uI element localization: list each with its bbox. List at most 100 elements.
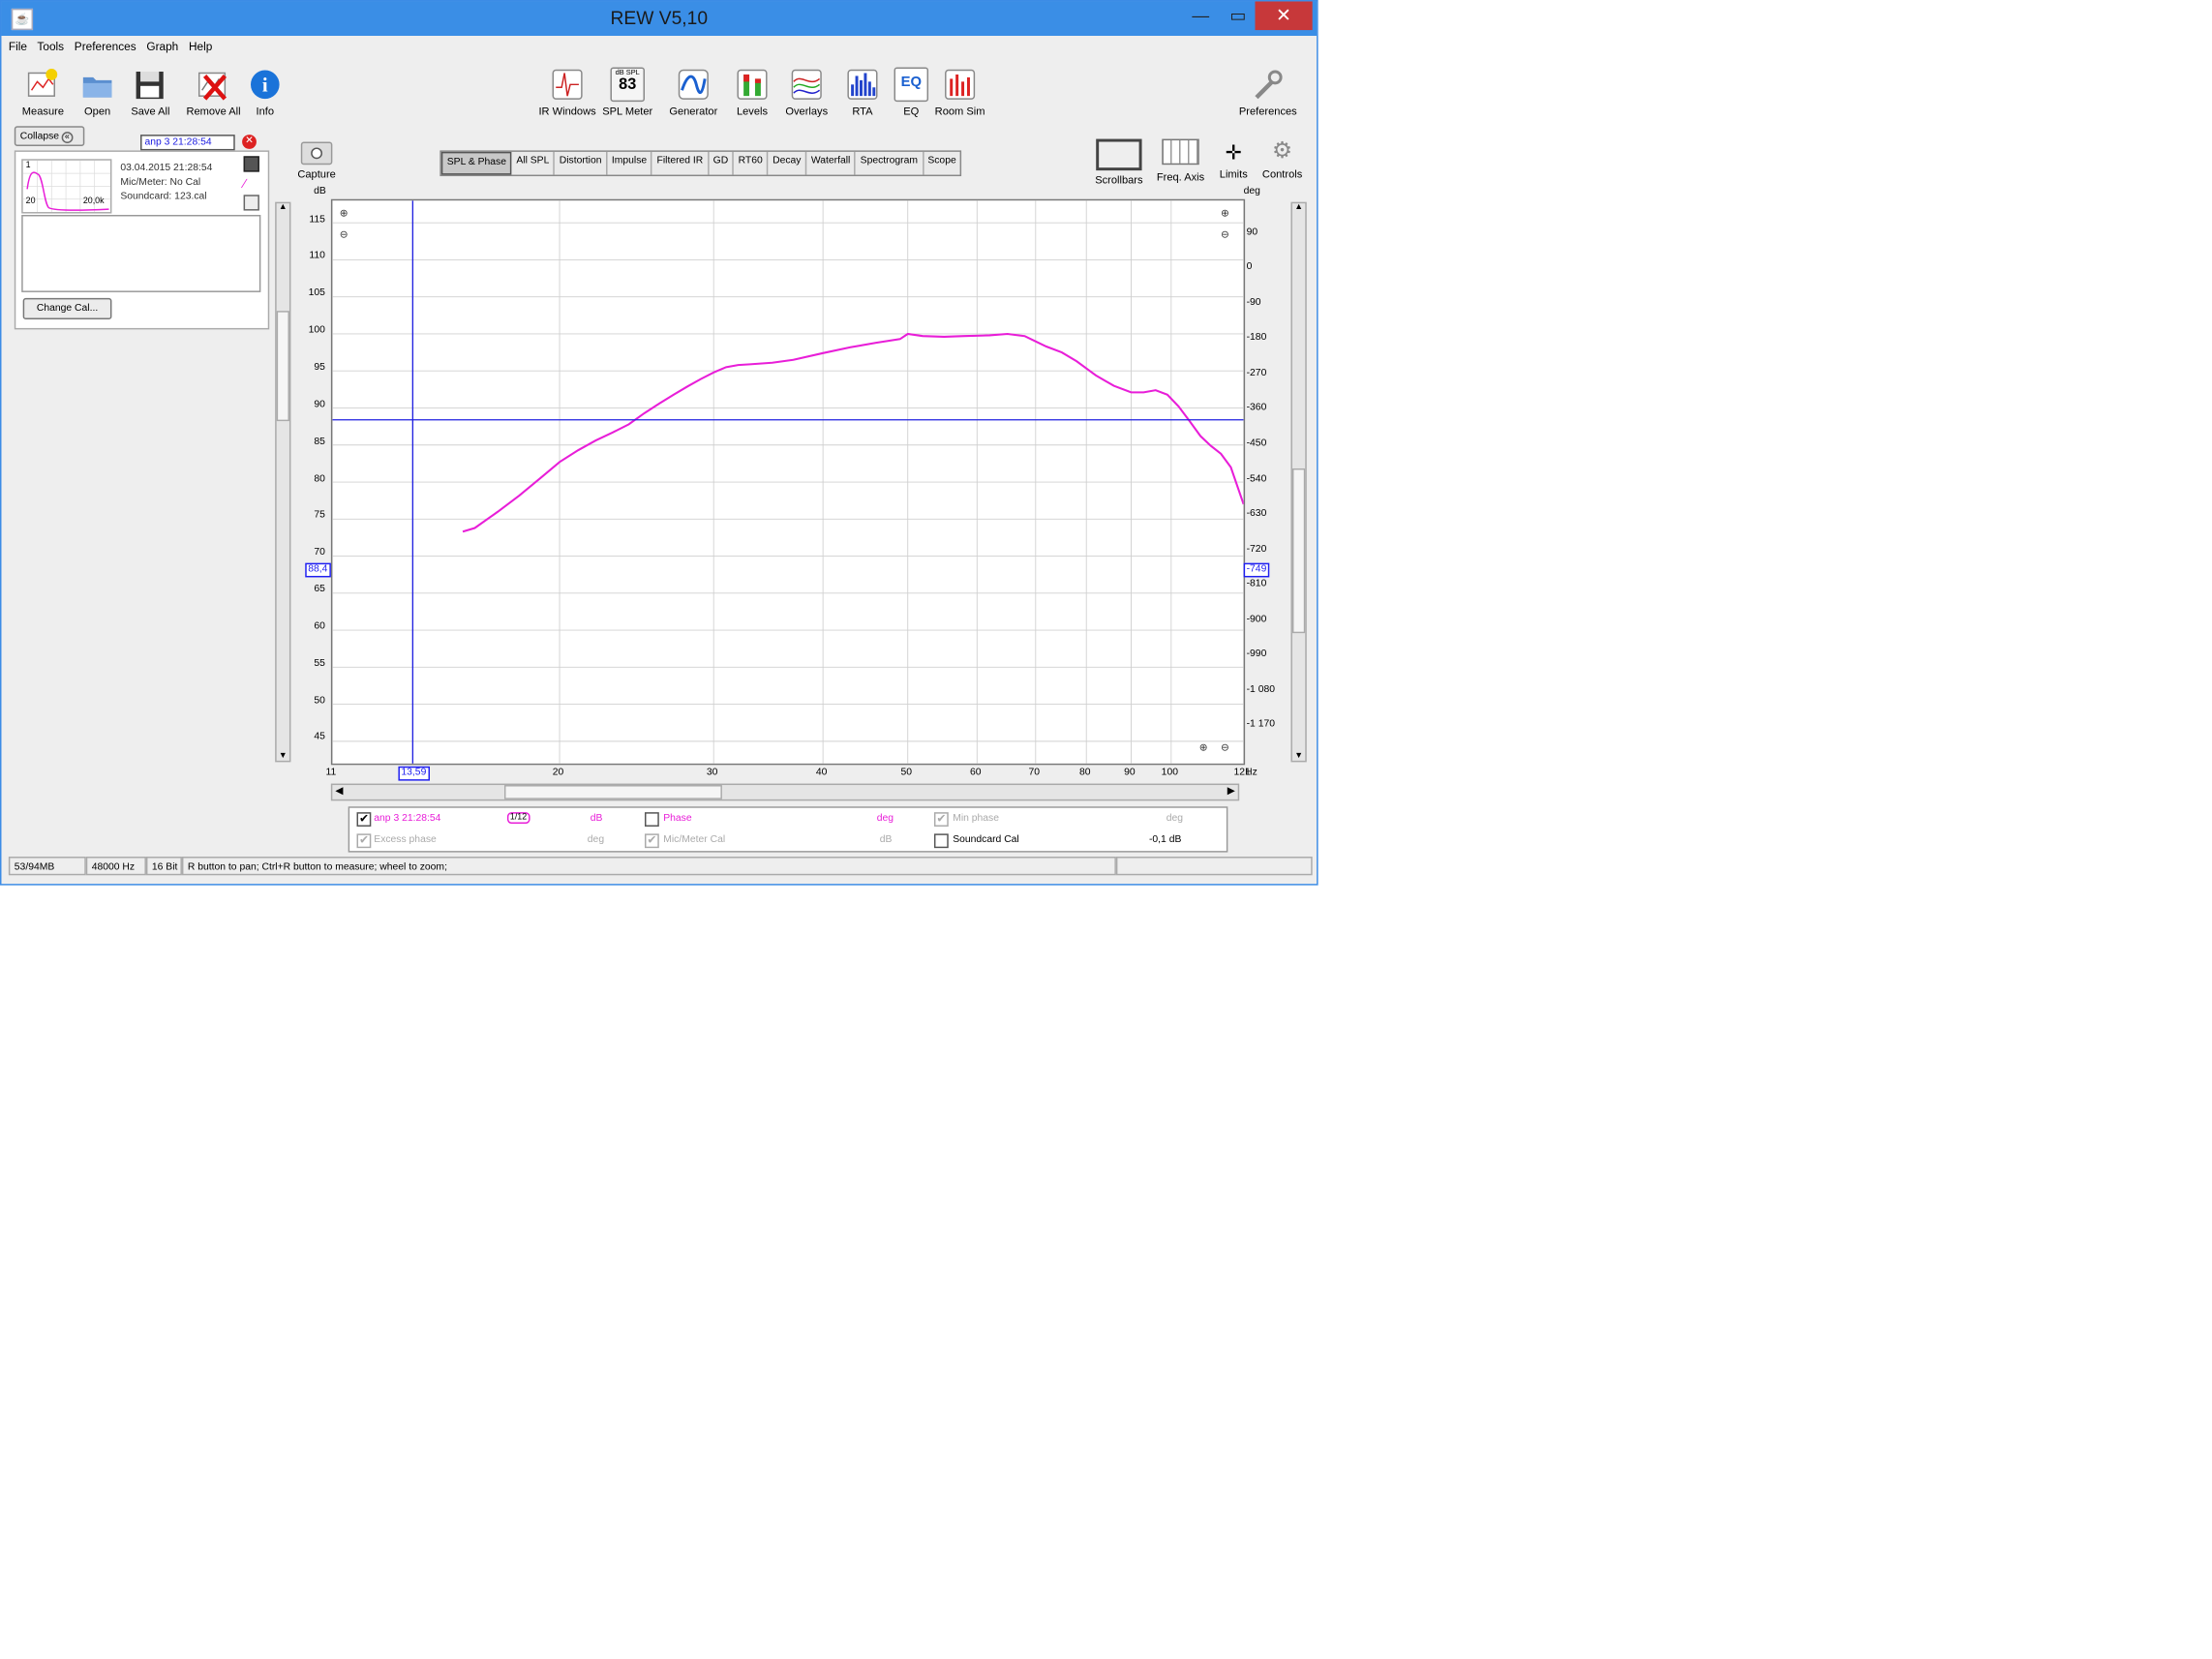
controls-button[interactable]: ⚙ Controls: [1254, 139, 1311, 181]
status-bit-depth: 16 Bit: [145, 857, 182, 876]
trace-color-icon[interactable]: [243, 156, 259, 172]
limits-icon: ✛: [1225, 140, 1242, 164]
y2-tick-label: -900: [1246, 614, 1267, 624]
minimize-button[interactable]: —: [1182, 1, 1219, 30]
y-tick-label: 100: [308, 325, 325, 336]
phase-unit: deg: [876, 813, 894, 824]
tab-spectrogram[interactable]: Spectrogram: [856, 151, 924, 175]
menu-preferences[interactable]: Preferences: [75, 40, 136, 52]
excess-phase-unit: deg: [587, 834, 605, 846]
overlays-button[interactable]: Overlays: [775, 68, 838, 118]
tab-spl-phase[interactable]: SPL & Phase: [440, 151, 512, 175]
soundcard-cal-checkbox[interactable]: [933, 833, 949, 849]
scroll-left-arrow[interactable]: ◀: [335, 785, 343, 797]
gear-icon: ⚙: [1271, 138, 1293, 164]
tab-impulse[interactable]: Impulse: [607, 151, 653, 175]
trace-visible-checkbox[interactable]: ✔: [356, 812, 372, 827]
tab-gd[interactable]: GD: [709, 151, 735, 175]
zoom-in-y-icon[interactable]: ⊕: [340, 208, 348, 219]
smoothing-selector[interactable]: 1/12: [506, 812, 530, 824]
spl-trace-line: [462, 332, 1244, 533]
ir-windows-button[interactable]: IR Windows: [536, 68, 599, 118]
measurement-name-field[interactable]: anp 3 21:28:54: [140, 135, 235, 151]
y2-tick-label: 90: [1246, 226, 1258, 238]
notes-icon[interactable]: [243, 195, 259, 211]
window-title: REW V5,10: [610, 7, 709, 29]
capture-label: Capture: [297, 167, 336, 181]
y-tick-label: 65: [314, 584, 325, 595]
soundcard-cal-label: Soundcard Cal: [953, 834, 1019, 846]
spl-badge-value: 83: [619, 75, 637, 94]
info-icon: i: [248, 68, 283, 103]
generator-button[interactable]: Generator: [662, 68, 725, 117]
phase-checkbox[interactable]: [645, 812, 659, 827]
min-phase-unit: deg: [1166, 813, 1184, 824]
overlays-label: Overlays: [785, 105, 829, 118]
horizontal-scrollbar[interactable]: ◀ ▶: [330, 783, 1240, 801]
menu-help[interactable]: Help: [189, 40, 212, 52]
zoom-out-y2-icon[interactable]: ⊖: [1221, 229, 1229, 240]
x-tick-label: 90: [1124, 768, 1136, 778]
y2-tick-label: -270: [1246, 368, 1267, 378]
tab-rt60[interactable]: RT60: [734, 151, 769, 175]
y-tick-label: 55: [314, 658, 325, 669]
x-tick-label: 121: [1233, 768, 1251, 778]
menu-tools[interactable]: Tools: [37, 40, 64, 52]
y-axis-unit: dB: [314, 186, 326, 196]
tab-decay[interactable]: Decay: [769, 151, 807, 175]
room-sim-button[interactable]: Room Sim: [928, 68, 991, 117]
collapse-button[interactable]: Collapse «: [14, 126, 85, 146]
scrollbars-label: Scrollbars: [1095, 173, 1143, 187]
camera-icon: [300, 141, 333, 166]
mic-cal-checkbox[interactable]: ✔: [645, 833, 659, 849]
ir-windows-label: IR Windows: [538, 105, 596, 118]
status-sample-rate: 48000 Hz: [85, 857, 146, 876]
measurement-date: 03.04.2015 21:28:54: [120, 163, 213, 174]
tab-scope[interactable]: Scope: [924, 152, 960, 175]
zoom-out-y-icon[interactable]: ⊖: [340, 229, 348, 240]
double-chevron-left-icon: «: [61, 132, 73, 143]
maximize-button[interactable]: ▭: [1219, 1, 1256, 30]
min-phase-checkbox[interactable]: ✔: [933, 812, 949, 827]
x-tick-label: 70: [1028, 768, 1041, 778]
edit-pen-icon[interactable]: ∕: [244, 176, 246, 191]
excess-phase-checkbox[interactable]: ✔: [356, 833, 372, 849]
tab-waterfall[interactable]: Waterfall: [806, 151, 857, 175]
tab-distortion[interactable]: Distortion: [555, 151, 608, 175]
x-tick-label: 60: [970, 768, 982, 778]
notes-area[interactable]: [21, 215, 261, 292]
y-tick-label: 90: [314, 399, 325, 409]
eq-badge: EQ: [900, 74, 922, 91]
mini-graph-thumbnail[interactable]: 1 20 20,0k: [21, 159, 112, 214]
scroll-right-arrow[interactable]: ▶: [1227, 785, 1235, 797]
scrollbars-icon: [1096, 138, 1142, 171]
eq-icon: EQ: [894, 67, 929, 103]
horizontal-scroll-thumb[interactable]: [503, 785, 722, 799]
spl-meter-button[interactable]: dB SPL 83 SPL Meter: [596, 67, 659, 117]
zoom-out-x-icon[interactable]: ⊖: [1221, 742, 1229, 753]
preferences-label: Preferences: [1238, 105, 1297, 118]
x-tick-label: 11: [325, 768, 337, 778]
menu-graph[interactable]: Graph: [146, 40, 178, 52]
menu-file[interactable]: File: [9, 40, 27, 52]
close-button[interactable]: ✕: [1255, 1, 1313, 31]
tab-all-spl[interactable]: All SPL: [512, 151, 556, 175]
mic-cal-unit: dB: [879, 834, 893, 846]
capture-button[interactable]: Capture: [288, 141, 345, 181]
svg-text:i: i: [262, 75, 268, 97]
zoom-in-x-icon[interactable]: ⊕: [1199, 742, 1208, 753]
preferences-button[interactable]: Preferences: [1236, 68, 1299, 118]
spl-phase-graph[interactable]: ⊕ ⊖ ⊕ ⊖ ⊕ ⊖: [330, 198, 1246, 766]
delete-measurement-icon[interactable]: ✕: [242, 135, 257, 149]
change-cal-button[interactable]: Change Cal...: [22, 297, 112, 320]
chart-svg[interactable]: [332, 200, 1244, 764]
x-tick-label: 100: [1161, 768, 1178, 778]
status-bar: 53/94MB 48000 Hz 16 Bit R button to pan;…: [8, 857, 1313, 877]
freq-axis-button[interactable]: Freq. Axis: [1150, 138, 1210, 183]
zoom-in-y2-icon[interactable]: ⊕: [1221, 208, 1229, 219]
scrollbars-button[interactable]: Scrollbars: [1090, 138, 1147, 187]
save-all-button[interactable]: Save All: [119, 68, 182, 117]
tab-filtered-ir[interactable]: Filtered IR: [652, 151, 710, 175]
info-button[interactable]: i Info: [233, 68, 296, 117]
y-tick-label: 95: [314, 362, 325, 373]
